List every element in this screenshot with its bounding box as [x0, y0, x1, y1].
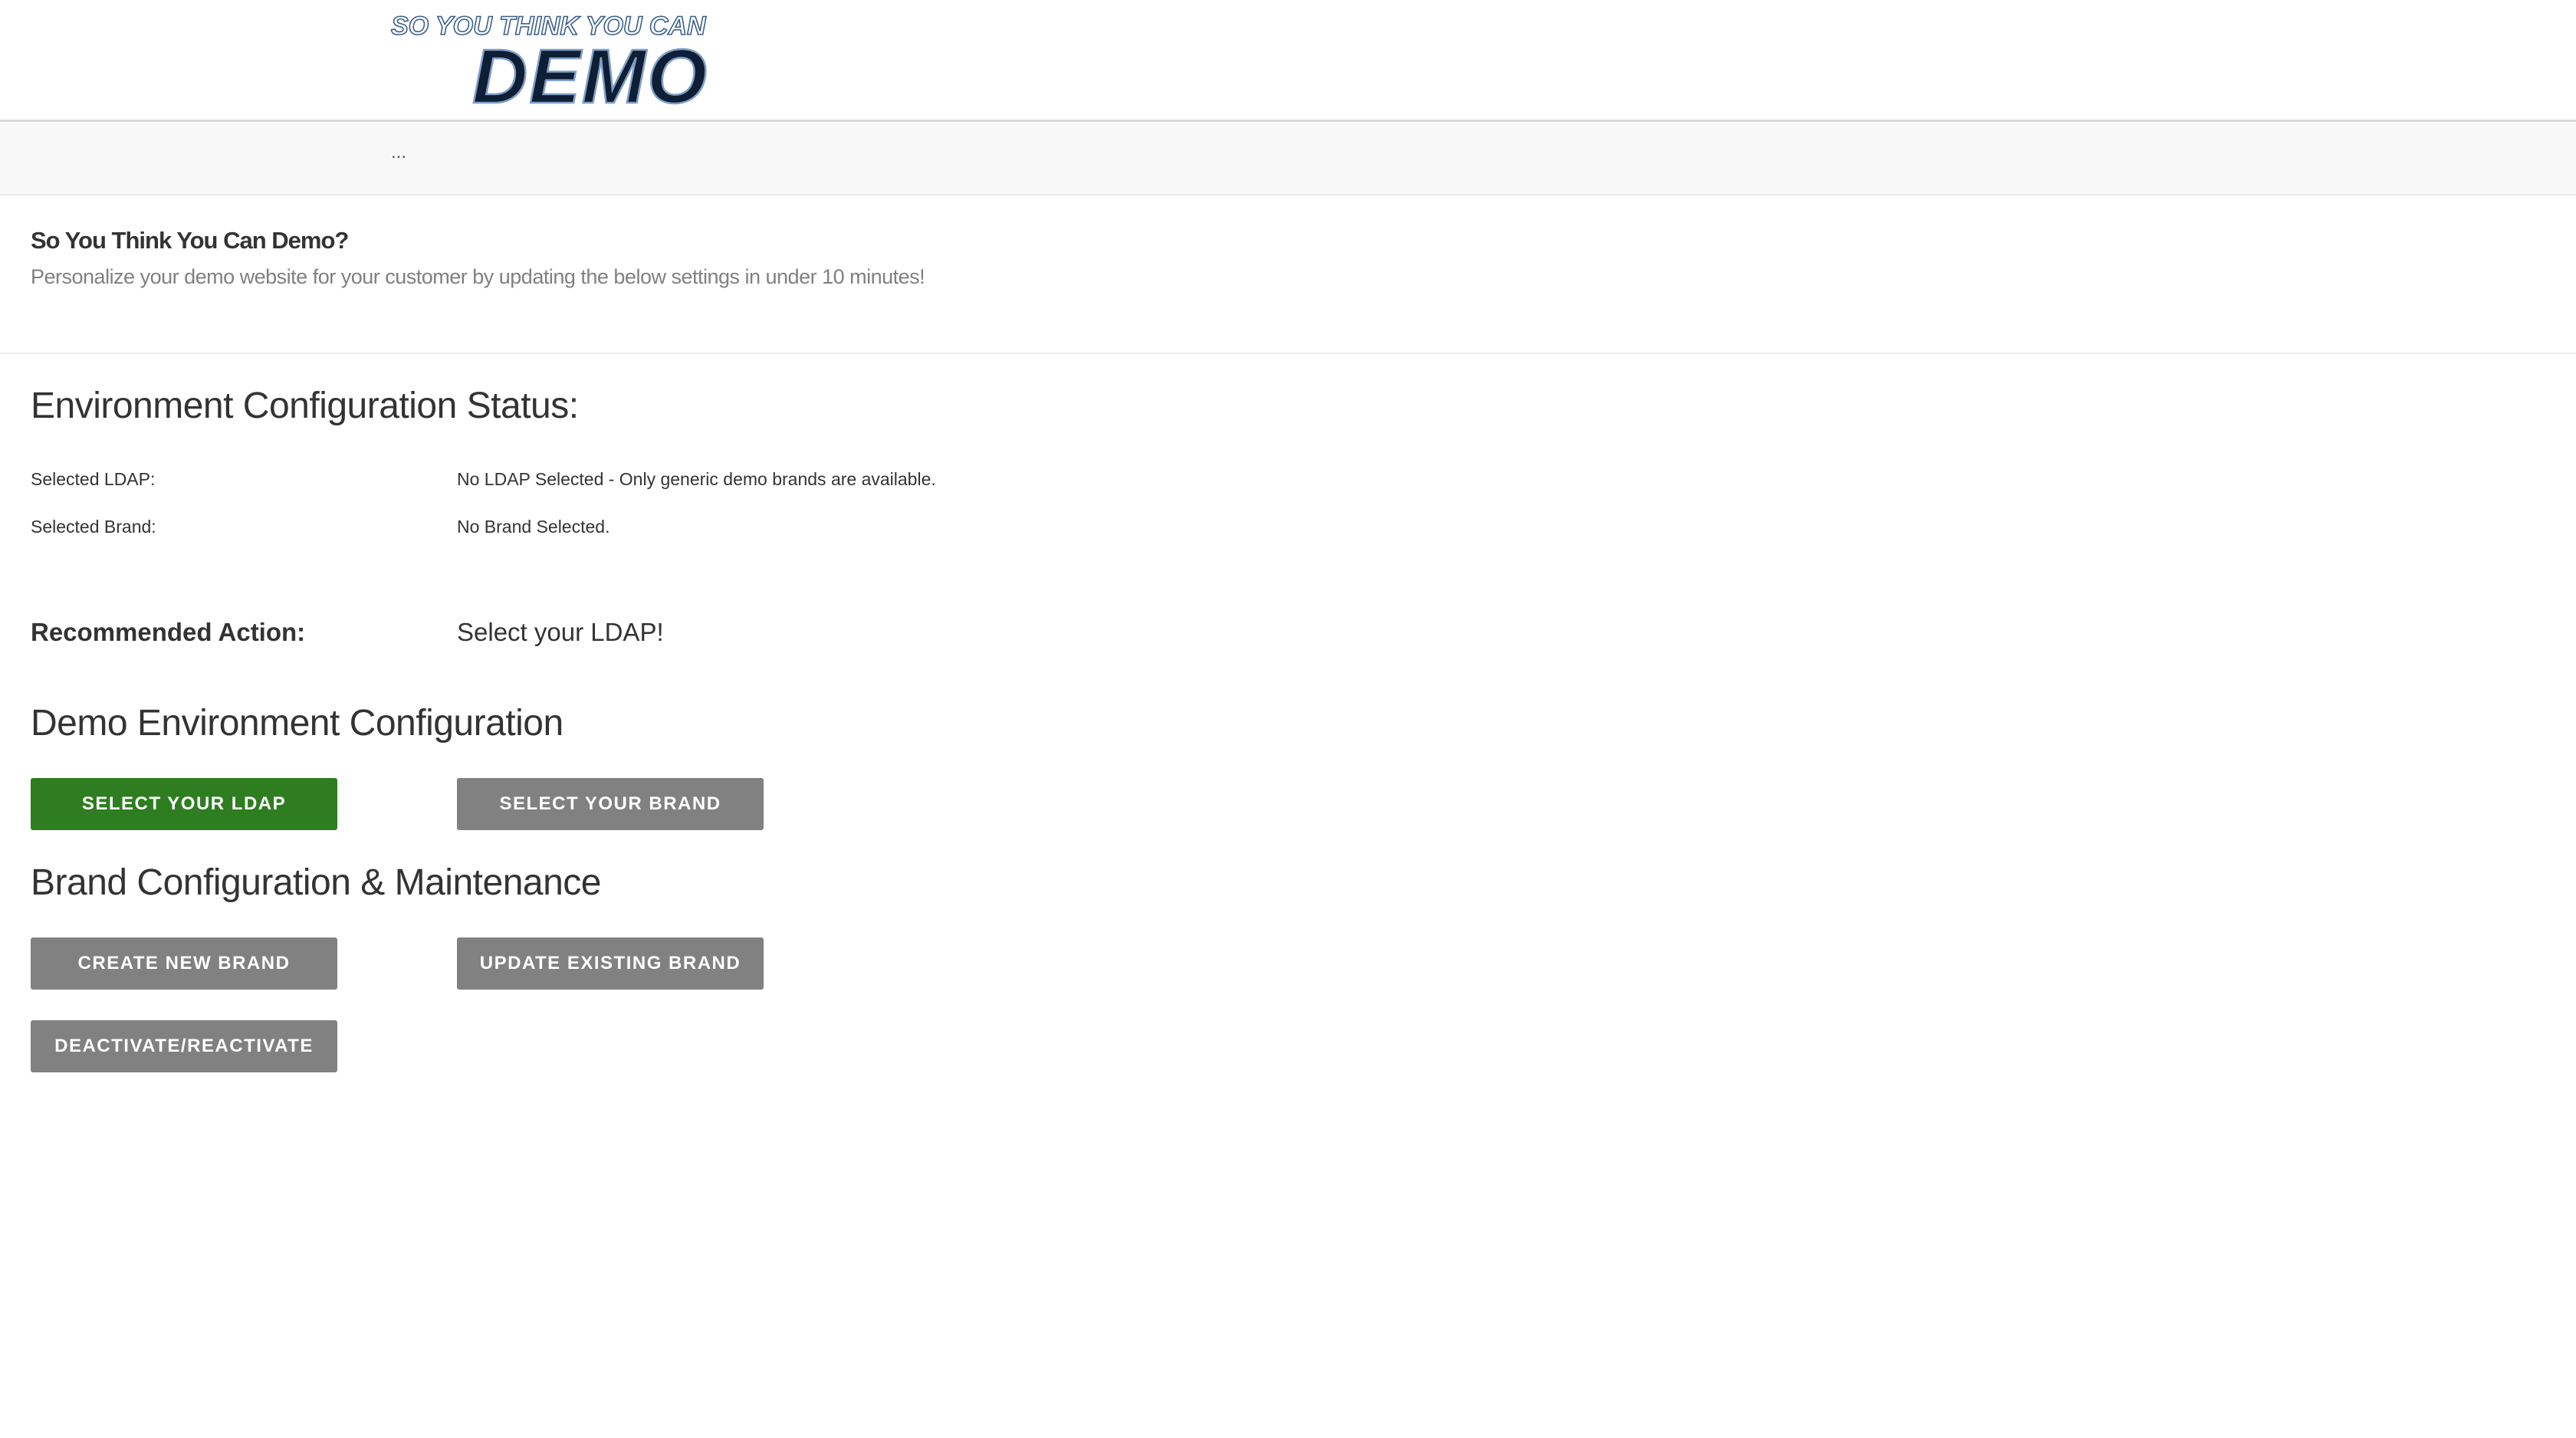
- deactivate-reactivate-button[interactable]: DEACTIVATE/REACTIVATE: [31, 1020, 337, 1072]
- breadcrumb-text: ...: [391, 142, 407, 163]
- page-title: So You Think You Can Demo?: [31, 227, 349, 254]
- logo-graphic: SO YOU THINK YOU CAN DEMO: [390, 11, 708, 109]
- page-subtitle: Personalize your demo website for your c…: [31, 265, 925, 288]
- selected-brand-value: No Brand Selected.: [457, 517, 610, 537]
- breadcrumb: ...: [0, 122, 2576, 195]
- site-header: SO YOU THINK YOU CAN DEMO: [0, 0, 2576, 122]
- recommended-action-value: Select your LDAP!: [457, 618, 664, 646]
- create-brand-button[interactable]: CREATE NEW BRAND: [31, 937, 337, 990]
- selected-ldap-value: No LDAP Selected - Only generic demo bra…: [457, 469, 936, 489]
- brand-maintenance-heading: Brand Configuration & Maintenance: [31, 862, 601, 903]
- section-divider: [0, 353, 2576, 354]
- select-brand-button[interactable]: SELECT YOUR BRAND: [457, 778, 764, 830]
- demo-config-heading: Demo Environment Configuration: [31, 703, 564, 744]
- status-heading: Environment Configuration Status:: [31, 386, 579, 426]
- select-ldap-button[interactable]: SELECT YOUR LDAP: [31, 778, 337, 830]
- logo-wordmark: DEMO: [472, 34, 708, 109]
- site-logo[interactable]: SO YOU THINK YOU CAN DEMO: [389, 9, 727, 109]
- update-brand-button[interactable]: UPDATE EXISTING BRAND: [457, 937, 764, 990]
- intro-section: So You Think You Can Demo? Personalize y…: [31, 227, 2484, 289]
- recommended-action-label: Recommended Action:: [31, 618, 306, 646]
- selected-brand-label: Selected Brand:: [31, 517, 156, 537]
- selected-ldap-label: Selected LDAP:: [31, 469, 156, 489]
